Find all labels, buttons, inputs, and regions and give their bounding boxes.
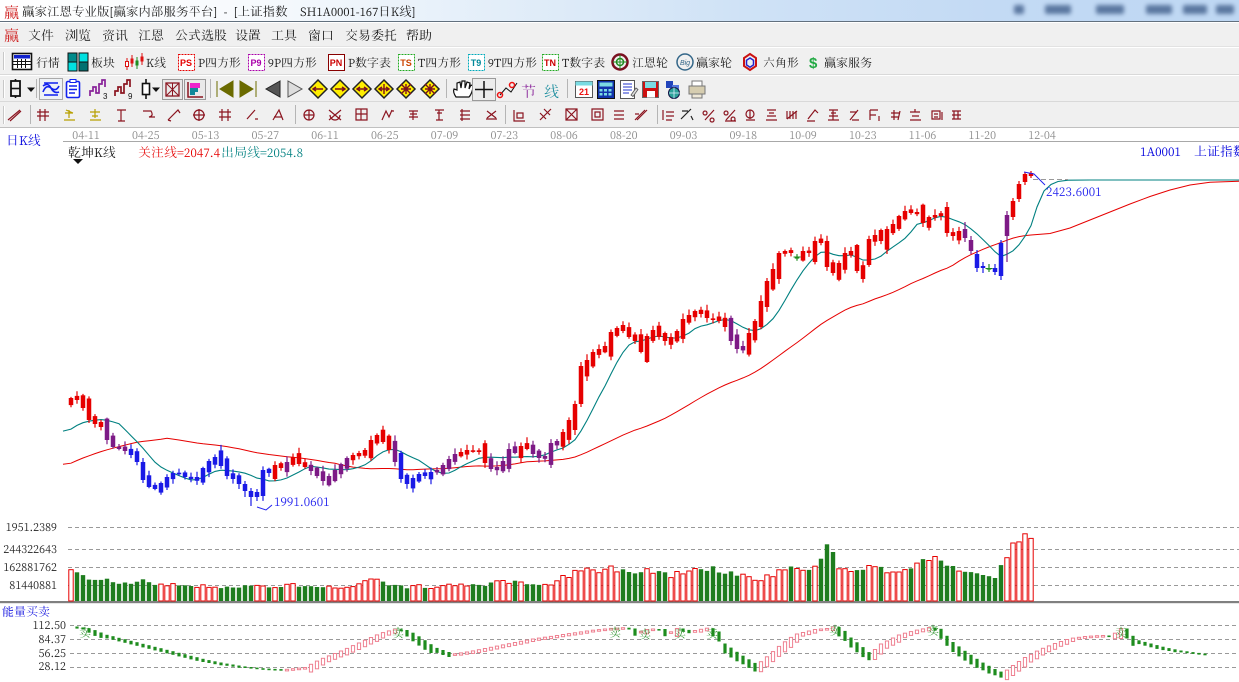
svg-text:21: 21 bbox=[579, 87, 589, 97]
svg-text:T9: T9 bbox=[471, 58, 482, 68]
svg-text:PS: PS bbox=[180, 58, 192, 68]
svg-text:P9: P9 bbox=[250, 58, 261, 68]
svg-text:PN: PN bbox=[330, 58, 343, 68]
svg-text:TS: TS bbox=[400, 58, 412, 68]
svg-text:3: 3 bbox=[103, 92, 108, 101]
svg-text:$: $ bbox=[809, 55, 818, 72]
svg-text:TN: TN bbox=[544, 58, 556, 68]
svg-text:9: 9 bbox=[128, 92, 133, 101]
svg-text:Big: Big bbox=[680, 60, 690, 67]
